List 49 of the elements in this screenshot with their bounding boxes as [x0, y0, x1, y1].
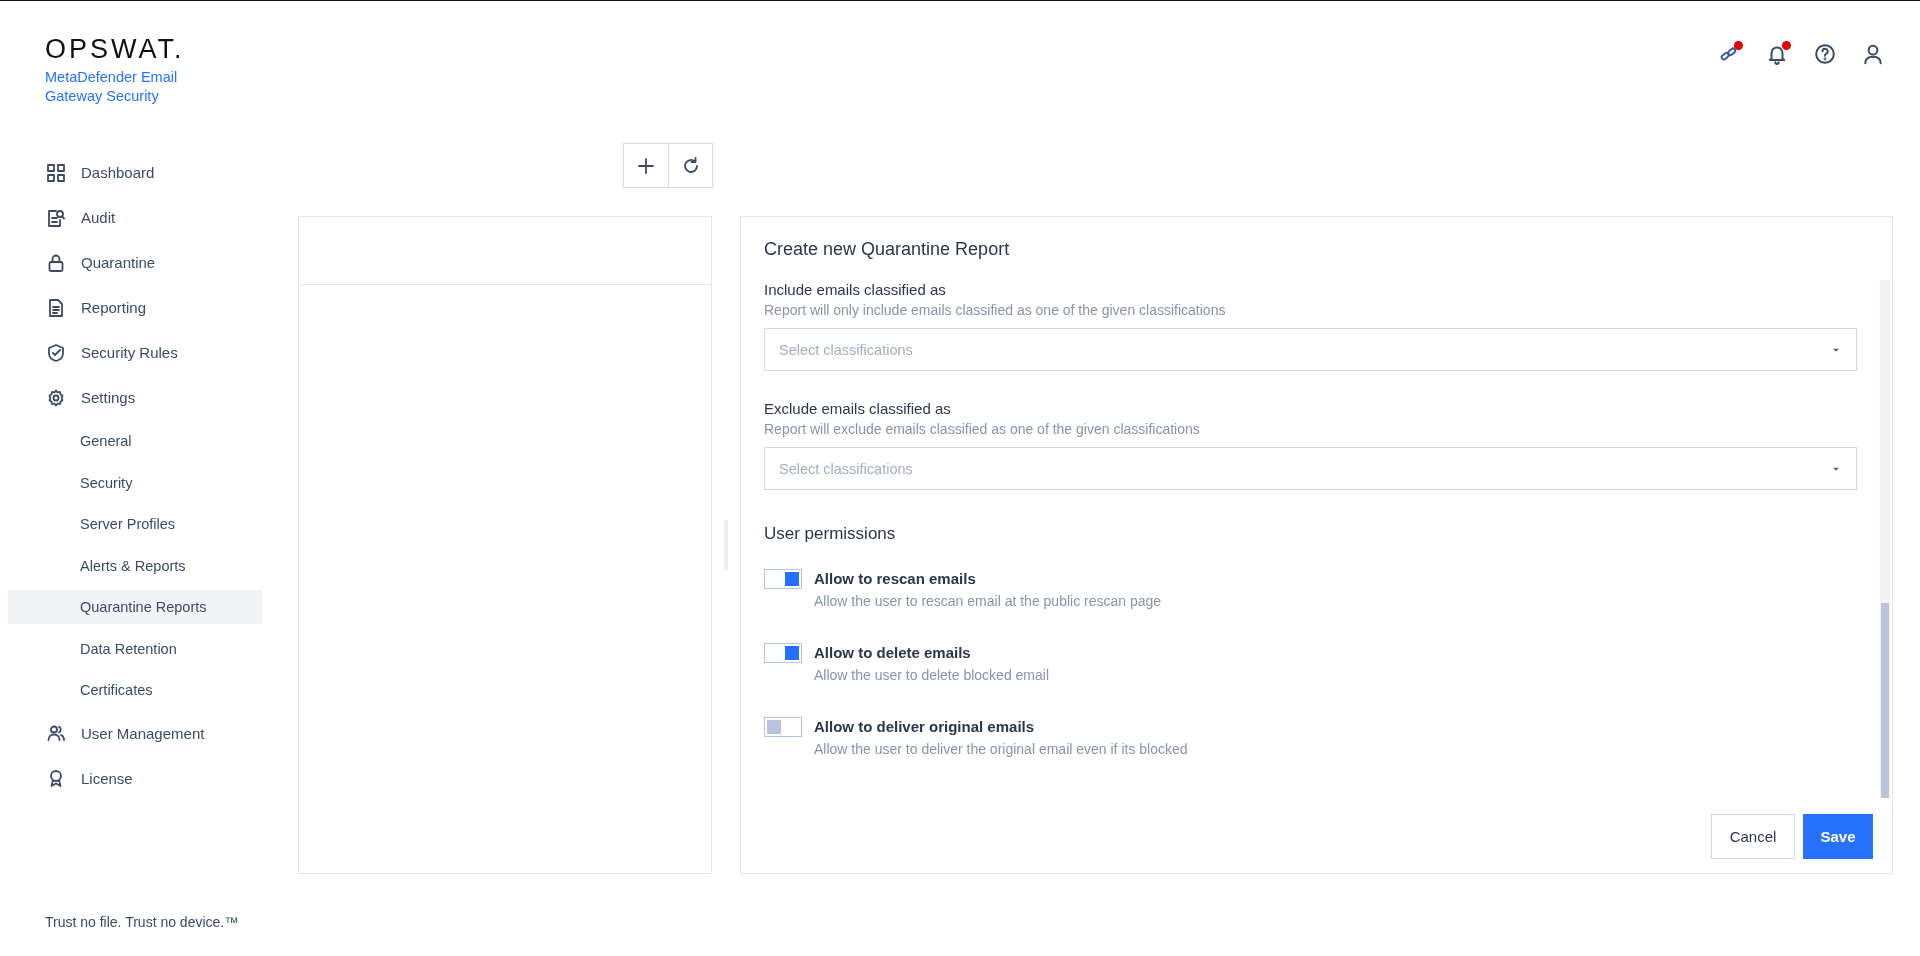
lock-icon	[46, 252, 66, 273]
sidebar-subitem[interactable]: Security	[8, 465, 262, 500]
sidebar-subitem[interactable]: Data Retention	[8, 631, 262, 666]
sidebar-subitem[interactable]: Certificates	[8, 673, 262, 707]
help-icon	[1814, 43, 1836, 65]
toggle-switch[interactable]	[764, 643, 802, 663]
cancel-button[interactable]: Cancel	[1711, 814, 1795, 859]
sidebar-subitem[interactable]: General	[8, 424, 262, 458]
toggle-description: Allow the user to delete blocked email	[814, 666, 1050, 685]
section-title: User permissions	[764, 524, 897, 544]
notification-dot	[1782, 41, 1791, 50]
user-icon	[1862, 43, 1884, 65]
gear-icon	[46, 387, 66, 408]
product-name: MetaDefender Email Gateway Security	[45, 68, 179, 106]
sidebar-subitem[interactable]: Quarantine Reports	[8, 590, 262, 624]
document-search-icon	[46, 207, 66, 228]
plus-icon	[636, 155, 656, 176]
field-label: Include emails classified as	[764, 280, 947, 300]
scrollbar[interactable]	[1880, 280, 1890, 798]
toggle-switch[interactable]	[764, 569, 802, 589]
notification-dot	[1734, 41, 1743, 50]
grid-icon	[46, 162, 66, 183]
sidebar-subitem[interactable]: Alerts & Reports	[8, 548, 262, 583]
save-button[interactable]: Save	[1803, 814, 1873, 859]
toggle-description: Allow the user to rescan email at the public rescan page	[814, 592, 1162, 611]
field-hint: Report will only include emails classified as one of the given classifications	[764, 301, 1227, 320]
shield-check-icon	[46, 342, 66, 363]
sidebar-item[interactable]: Reporting	[0, 285, 262, 330]
toggle-label: Allow to delete emails	[814, 643, 972, 663]
sidebar-item[interactable]: License	[0, 755, 262, 801]
form-title: Create new Quarantine Report	[763, 238, 1011, 261]
sidebar-item[interactable]: Security Rules	[0, 330, 262, 375]
sidebar-item[interactable]: Dashboard	[0, 150, 262, 195]
field-hint: Report will exclude emails classified as one of the given classifications	[764, 420, 1201, 439]
sidebar-item[interactable]: Quarantine	[0, 240, 262, 285]
document-icon	[46, 297, 66, 318]
logo[interactable]: OPSWAT.	[45, 34, 262, 64]
tagline: Trust no file. Trust no device.™	[44, 914, 240, 930]
sidebar-item[interactable]: Settings	[0, 375, 262, 420]
sidebar-item[interactable]: User Management	[0, 710, 262, 756]
sidebar-subitem[interactable]: Server Profiles	[8, 507, 262, 541]
users-icon	[46, 723, 66, 743]
toggle-label: Allow to deliver original emails	[814, 717, 1036, 737]
toggle-label: Allow to rescan emails	[814, 569, 977, 589]
sidebar-item[interactable]: Audit	[0, 195, 262, 240]
bell-icon	[1766, 43, 1788, 65]
toggle-switch[interactable]	[764, 717, 802, 737]
field-label: Exclude emails classified as	[764, 399, 952, 419]
toggle-description: Allow the user to deliver the original email even if its blocked	[814, 740, 1188, 759]
